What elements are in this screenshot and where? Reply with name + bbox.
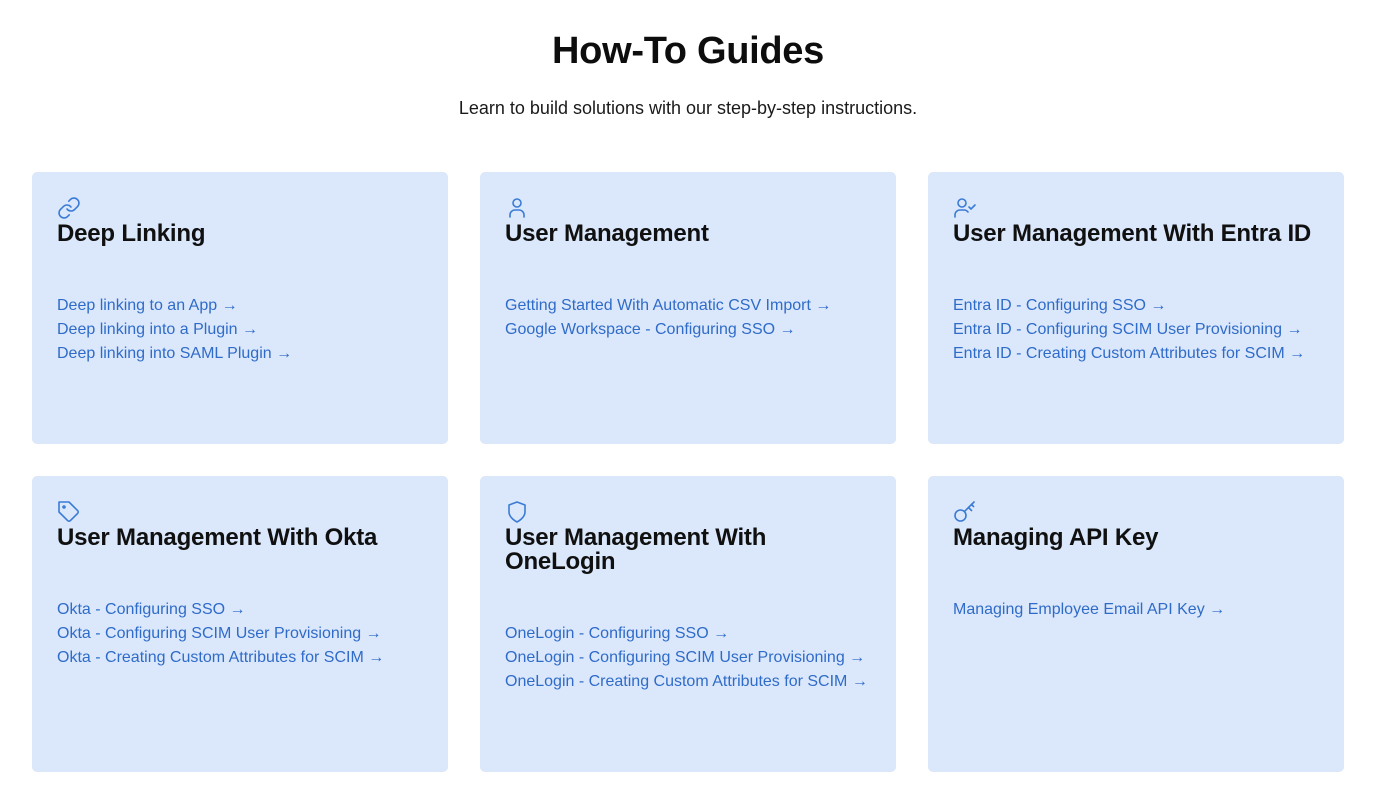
- page-subtitle: Learn to build solutions with our step-b…: [458, 98, 918, 118]
- tag-icon: [57, 500, 81, 524]
- guide-link[interactable]: Getting Started With Automatic CSV Impor…: [505, 297, 831, 314]
- guide-card-deep-linking: Deep Linking Deep linking to an App → De…: [32, 172, 448, 444]
- guide-link[interactable]: Okta - Creating Custom Attributes for SC…: [57, 649, 384, 666]
- link-list: Deep linking to an App → Deep linking in…: [57, 294, 423, 366]
- link-icon: [57, 196, 81, 220]
- card-title: Managing API Key: [953, 524, 1159, 551]
- guide-card-onelogin: User Management With OneLogin OneLogin -…: [480, 476, 896, 772]
- guide-link[interactable]: Entra ID - Configuring SSO →: [953, 297, 1166, 314]
- card-title: User Management With Okta: [57, 524, 378, 551]
- card-title: User Management With Entra ID: [953, 220, 1312, 247]
- page-title: How-To Guides: [552, 30, 824, 72]
- guide-link[interactable]: Deep linking to an App →: [57, 297, 238, 314]
- guide-link[interactable]: Managing Employee Email API Key →: [953, 601, 1225, 618]
- card-title: Deep Linking: [57, 220, 206, 247]
- guide-link[interactable]: Entra ID - Configuring SCIM User Provisi…: [953, 321, 1302, 338]
- user-check-icon: [953, 196, 977, 220]
- guide-link[interactable]: Okta - Configuring SSO →: [57, 601, 246, 618]
- guide-card-okta: User Management With Okta Okta - Configu…: [32, 476, 448, 772]
- guide-link[interactable]: OneLogin - Configuring SCIM User Provisi…: [505, 649, 865, 666]
- guide-link[interactable]: Google Workspace - Configuring SSO →: [505, 321, 796, 338]
- guide-link[interactable]: OneLogin - Configuring SSO →: [505, 625, 729, 642]
- card-title: User Management With OneLogin: [505, 524, 767, 575]
- guide-card-api-key: Managing API Key Managing Employee Email…: [928, 476, 1344, 772]
- guide-card-entra-id: User Management With Entra ID Entra ID -…: [928, 172, 1344, 444]
- guides-grid: Deep Linking Deep linking to an App → De…: [32, 172, 1344, 772]
- guide-link[interactable]: Entra ID - Creating Custom Attributes fo…: [953, 345, 1305, 362]
- link-list: Entra ID - Configuring SSO → Entra ID - …: [953, 294, 1319, 366]
- guide-link[interactable]: OneLogin - Creating Custom Attributes fo…: [505, 673, 868, 690]
- key-icon: [953, 500, 977, 524]
- card-title: User Management: [505, 220, 709, 247]
- page: How-To Guides Learn to build solutions w…: [0, 0, 1376, 804]
- guide-link[interactable]: Deep linking into SAML Plugin →: [57, 345, 292, 362]
- link-list: OneLogin - Configuring SSO → OneLogin - …: [505, 622, 871, 694]
- user-icon: [505, 196, 529, 220]
- link-list: Okta - Configuring SSO → Okta - Configur…: [57, 598, 423, 670]
- guide-link[interactable]: Okta - Configuring SCIM User Provisionin…: [57, 625, 382, 642]
- guide-link[interactable]: Deep linking into a Plugin →: [57, 321, 258, 338]
- guide-card-user-management: User Management Getting Started With Aut…: [480, 172, 896, 444]
- link-list: Getting Started With Automatic CSV Impor…: [505, 294, 871, 342]
- shield-icon: [505, 500, 529, 524]
- link-list: Managing Employee Email API Key →: [953, 598, 1319, 622]
